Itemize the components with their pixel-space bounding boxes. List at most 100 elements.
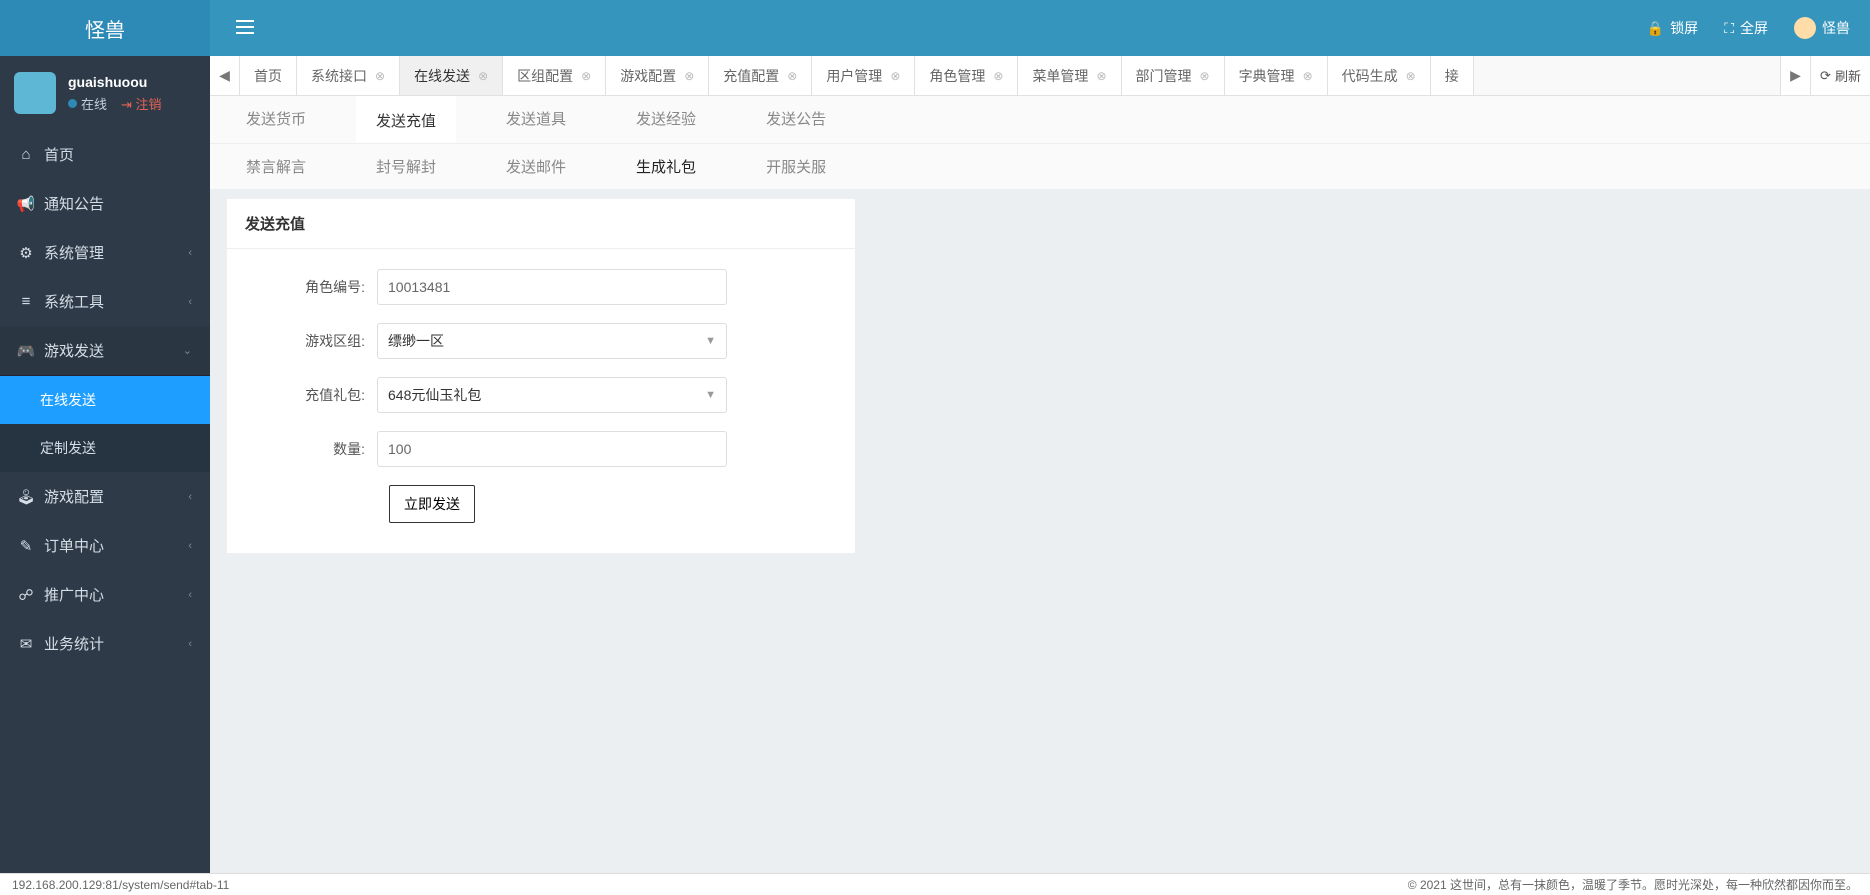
chevron-icon: ‹ — [188, 638, 192, 650]
avatar — [14, 72, 56, 114]
fullscreen-button[interactable]: ⛶ 全屏 — [1724, 18, 1768, 38]
sidebar-subitem-4-1[interactable]: 定制发送 — [0, 424, 210, 472]
tab-label: 部门管理 — [1136, 66, 1192, 86]
nav-label: 通知公告 — [44, 193, 104, 214]
tab-7[interactable]: 角色管理⊗ — [915, 56, 1018, 95]
close-icon[interactable]: ⊗ — [1096, 69, 1106, 83]
close-icon[interactable]: ⊗ — [478, 69, 488, 83]
sub-tabs-2-item-4[interactable]: 开服关服 — [746, 144, 846, 189]
chevron-icon: ‹ — [188, 540, 192, 552]
row-qty: 数量: — [257, 431, 825, 467]
tabs-next[interactable]: ▶ — [1780, 56, 1810, 95]
sidebar-item-4[interactable]: 🎮游戏发送⌄ — [0, 326, 210, 375]
lock-button[interactable]: 🔒 锁屏 — [1647, 18, 1698, 38]
nav-label: 业务统计 — [44, 633, 104, 654]
role-id-input-wrap[interactable] — [377, 269, 727, 305]
tab-1[interactable]: 系统接口 ⊗ — [297, 56, 400, 95]
lock-label: 锁屏 — [1670, 18, 1698, 38]
close-icon[interactable]: ⊗ — [684, 69, 694, 83]
sub-tabs-1-item-1[interactable]: 发送充值 — [356, 96, 456, 143]
sidebar-item-8[interactable]: ✉ 业务统计 ‹ — [0, 619, 210, 668]
role-id-input[interactable] — [388, 279, 716, 295]
logout-link[interactable]: ⇥ 注销 — [121, 94, 162, 113]
row-pack: 充值礼包: 648元仙玉礼包 ▼ — [257, 377, 825, 413]
nav-label: 推广中心 — [44, 584, 104, 605]
close-icon[interactable]: ⊗ — [581, 69, 591, 83]
sub-tabs-row-2: 禁言解言封号解封发送邮件生成礼包开服关服 — [210, 144, 1870, 190]
tab-11[interactable]: 代码生成⊗ — [1328, 56, 1431, 95]
nav-label: 系统管理 — [44, 242, 104, 263]
sub-tabs-1-item-4[interactable]: 发送公告 — [746, 96, 846, 143]
nav-icon: ✉ — [18, 635, 34, 653]
tab-label: 在线发送 — [414, 66, 470, 86]
close-icon[interactable]: ⊗ — [993, 69, 1003, 83]
sub-tabs-row-1: 发送货币发送充值发送道具发送经验发送公告 — [210, 96, 1870, 144]
chevron-down-icon: ▼ — [705, 335, 716, 347]
tabs-prev[interactable]: ◀ — [210, 56, 240, 95]
sidebar-item-1[interactable]: 📢通知公告 — [0, 179, 210, 228]
sub-tabs-2-item-3[interactable]: 生成礼包 — [616, 144, 716, 189]
sidebar-item-2[interactable]: ⚙系统管理‹ — [0, 228, 210, 277]
sidebar: guaishuoou 在线 ⇥ 注销 ⌂首页📢通知公告⚙系统管理‹≡系统工具‹🎮… — [0, 56, 210, 873]
sub-tabs-1-item-0[interactable]: 发送货币 — [226, 96, 326, 143]
sidebar-item-7[interactable]: ☍推广中心‹ — [0, 570, 210, 619]
form-panel: 发送充值 角色编号: 游戏区组: 缥缈一区 ▼ — [226, 198, 856, 554]
tab-8[interactable]: 菜单管理⊗ — [1018, 56, 1121, 95]
tab-label: 用户管理 — [826, 66, 882, 86]
submit-button[interactable]: 立即发送 — [389, 485, 475, 523]
refresh-button[interactable]: ⟳ 刷新 — [1810, 56, 1870, 95]
tab-label: 区组配置 — [517, 66, 573, 86]
sidebar-item-5[interactable]: 🕹游戏配置‹ — [0, 472, 210, 521]
sub-tabs-1-item-3[interactable]: 发送经验 — [616, 96, 716, 143]
user-menu[interactable]: 怪兽 — [1794, 17, 1850, 39]
tab-6[interactable]: 用户管理 ⊗ — [812, 56, 915, 95]
sub-tabs-1-item-2[interactable]: 发送道具 — [486, 96, 586, 143]
sidebar-item-6[interactable]: ✎订单中心‹ — [0, 521, 210, 570]
tab-2[interactable]: 在线发送 ⊗ — [400, 56, 503, 95]
tab-9[interactable]: 部门管理 ⊗ — [1122, 56, 1225, 95]
sub-tabs-2-item-2[interactable]: 发送邮件 — [486, 144, 586, 189]
close-icon[interactable]: ⊗ — [1303, 69, 1313, 83]
nav-label: 订单中心 — [44, 535, 104, 556]
sub-tabs-2-item-0[interactable]: 禁言解言 — [226, 144, 326, 189]
close-icon[interactable]: ⊗ — [375, 69, 385, 83]
qty-input[interactable] — [388, 441, 716, 457]
pack-value: 648元仙玉礼包 — [388, 385, 481, 405]
tab-0[interactable]: 首页 — [240, 56, 297, 95]
tab-10[interactable]: 字典管理⊗ — [1225, 56, 1328, 95]
nav-label: 系统工具 — [44, 291, 104, 312]
close-icon[interactable]: ⊗ — [1200, 69, 1210, 83]
zone-label: 游戏区组: — [257, 331, 377, 351]
nav-label: 游戏配置 — [44, 486, 104, 507]
nav-icon: 🕹 — [18, 488, 34, 506]
tab-3[interactable]: 区组配置 ⊗ — [503, 56, 606, 95]
close-icon[interactable]: ⊗ — [890, 69, 900, 83]
zone-value: 缥缈一区 — [388, 331, 444, 351]
sidebar-item-0[interactable]: ⌂首页 — [0, 130, 210, 179]
tab-12[interactable]: 接 — [1431, 56, 1474, 95]
qty-input-wrap[interactable] — [377, 431, 727, 467]
close-icon[interactable]: ⊗ — [787, 69, 797, 83]
tab-label: 系统接口 — [311, 66, 367, 86]
pack-label: 充值礼包: — [257, 385, 377, 405]
content: 发送货币发送充值发送道具发送经验发送公告 禁言解言封号解封发送邮件生成礼包开服关… — [210, 96, 1870, 873]
sidebar-subitem-4-0[interactable]: 在线发送 — [0, 376, 210, 424]
nav-icon: 🎮 — [18, 342, 34, 360]
brand[interactable]: 怪兽 — [0, 0, 210, 56]
tab-5[interactable]: 充值配置⊗ — [709, 56, 812, 95]
pack-select[interactable]: 648元仙玉礼包 ▼ — [377, 377, 727, 413]
nav-icon: ☍ — [18, 586, 34, 604]
chevron-down-icon: ▼ — [705, 389, 716, 401]
tab-label: 接 — [1445, 66, 1459, 86]
menu-toggle[interactable] — [230, 14, 260, 43]
logout-label: 注销 — [136, 97, 162, 112]
sidebar-item-3[interactable]: ≡系统工具‹ — [0, 277, 210, 326]
online-label: 在线 — [81, 94, 107, 113]
role-id-label: 角色编号: — [257, 277, 377, 297]
footer: 192.168.200.129:81/system/send#tab-11 © … — [0, 873, 1870, 895]
lock-icon: 🔒 — [1647, 20, 1664, 37]
close-icon[interactable]: ⊗ — [1406, 69, 1416, 83]
tab-4[interactable]: 游戏配置⊗ — [606, 56, 709, 95]
sub-tabs-2-item-1[interactable]: 封号解封 — [356, 144, 456, 189]
zone-select[interactable]: 缥缈一区 ▼ — [377, 323, 727, 359]
